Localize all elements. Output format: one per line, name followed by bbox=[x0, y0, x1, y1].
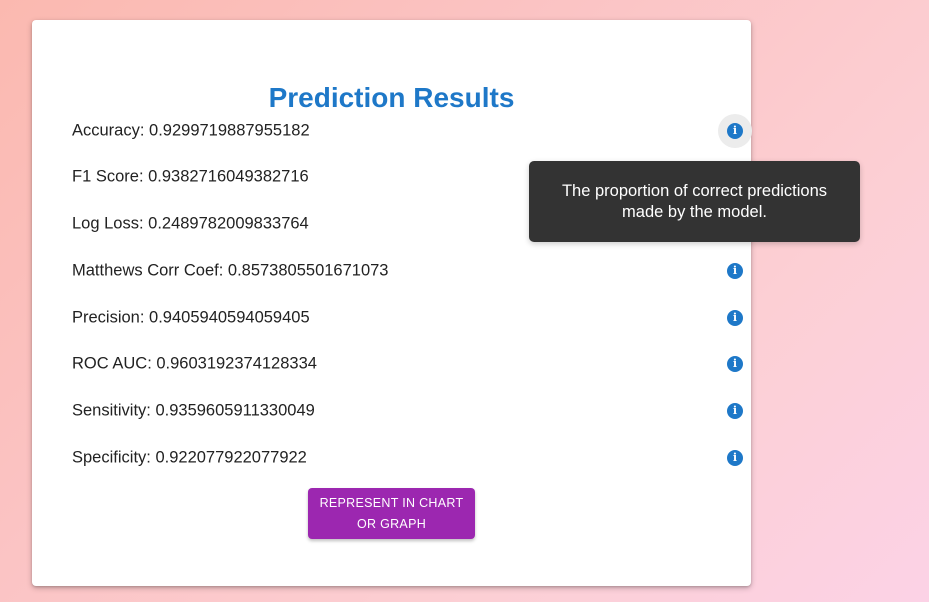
metric-label: Specificity bbox=[72, 448, 147, 467]
metric-text: F1 Score: 0.9382716049382716 bbox=[72, 167, 309, 186]
info-icon: i bbox=[727, 123, 743, 139]
info-icon: i bbox=[727, 450, 743, 466]
accuracy-tooltip: The proportion of correct predictions ma… bbox=[529, 161, 860, 242]
metric-label: Log Loss bbox=[72, 214, 139, 233]
specificity-info-button[interactable]: i bbox=[718, 441, 752, 475]
metric-label: Accuracy bbox=[72, 121, 140, 140]
metric-text: Log Loss: 0.2489782009833764 bbox=[72, 214, 309, 233]
metric-text: Precision: 0.9405940594059405 bbox=[72, 308, 310, 327]
metric-value: 0.9299719887955182 bbox=[149, 121, 310, 140]
roc-auc-info-button[interactable]: i bbox=[718, 347, 752, 381]
metric-value: 0.9603192374128334 bbox=[156, 354, 317, 373]
metric-row-precision: Precision: 0.9405940594059405 i bbox=[72, 304, 743, 332]
metric-row-sensitivity: Sensitivity: 0.9359605911330049 i bbox=[72, 397, 743, 425]
accuracy-info-button[interactable]: i bbox=[718, 114, 752, 148]
info-icon: i bbox=[727, 356, 743, 372]
metric-label: Precision bbox=[72, 308, 140, 327]
info-icon: i bbox=[727, 263, 743, 279]
metric-row-roc-auc: ROC AUC: 0.9603192374128334 i bbox=[72, 350, 743, 378]
metric-text: ROC AUC: 0.9603192374128334 bbox=[72, 354, 317, 373]
metric-text: Accuracy: 0.9299719887955182 bbox=[72, 121, 310, 140]
metric-text: Specificity: 0.922077922077922 bbox=[72, 448, 307, 467]
metric-label: Matthews Corr Coef bbox=[72, 261, 219, 280]
metric-row-accuracy: Accuracy: 0.9299719887955182 i bbox=[72, 114, 752, 148]
metric-label: Sensitivity bbox=[72, 401, 147, 420]
metric-row-matthews-corr-coef: Matthews Corr Coef: 0.8573805501671073 i bbox=[72, 257, 743, 285]
metric-value: 0.9405940594059405 bbox=[149, 308, 310, 327]
metric-label: F1 Score bbox=[72, 167, 139, 186]
metric-value: 0.2489782009833764 bbox=[148, 214, 309, 233]
sensitivity-info-button[interactable]: i bbox=[718, 394, 752, 428]
metric-text: Matthews Corr Coef: 0.8573805501671073 bbox=[72, 261, 389, 280]
info-icon: i bbox=[727, 403, 743, 419]
metric-value: 0.922077922077922 bbox=[155, 448, 307, 467]
metric-label: ROC AUC bbox=[72, 354, 148, 373]
page-title: Prediction Results bbox=[268, 82, 515, 113]
metric-text: Sensitivity: 0.9359605911330049 bbox=[72, 401, 315, 420]
results-card: Prediction Results Accuracy: 0.929971988… bbox=[32, 20, 752, 586]
metric-value: 0.9359605911330049 bbox=[155, 401, 315, 420]
represent-in-chart-button[interactable]: REPRESENT IN CHART OR GRAPH bbox=[308, 488, 475, 539]
precision-info-button[interactable]: i bbox=[718, 301, 752, 335]
metric-value: 0.9382716049382716 bbox=[148, 167, 309, 186]
metric-value: 0.8573805501671073 bbox=[227, 261, 389, 280]
info-icon: i bbox=[727, 310, 743, 326]
matthews-corr-coef-info-button[interactable]: i bbox=[718, 254, 752, 288]
metric-row-specificity: Specificity: 0.922077922077922 i bbox=[72, 444, 743, 472]
